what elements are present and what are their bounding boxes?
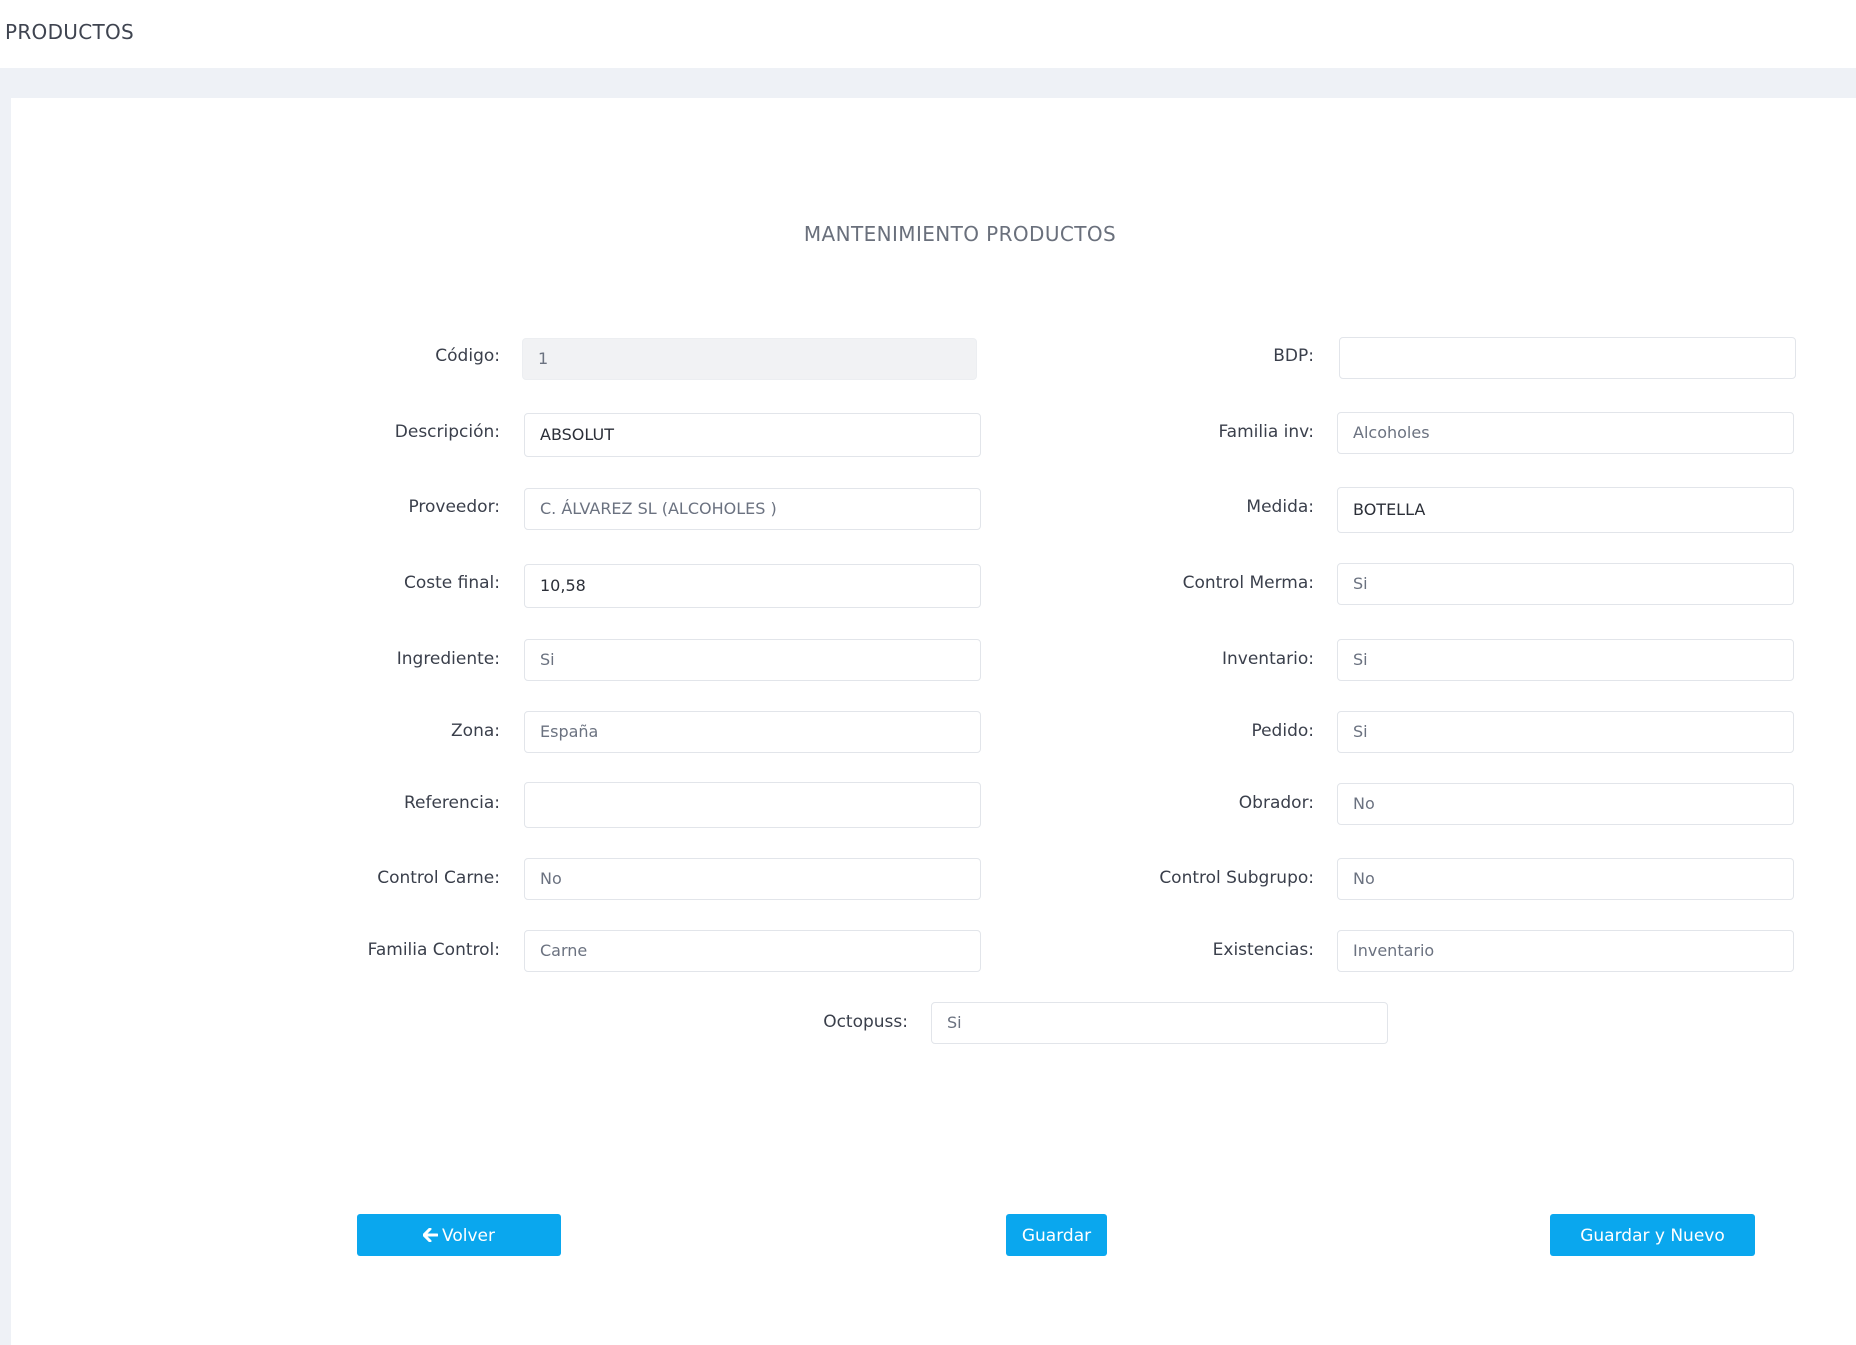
pedido-label: Pedido:: [1251, 721, 1314, 741]
back-button[interactable]: Volver: [357, 1214, 561, 1256]
coste-final-label: Coste final:: [403, 573, 500, 593]
control-subgrupo-select[interactable]: No: [1337, 858, 1794, 900]
control-subgrupo-label: Control Subgrupo:: [1159, 868, 1314, 888]
descripcion-label: Descripción:: [394, 422, 500, 442]
save-and-new-button-label: Guardar y Nuevo: [1580, 1226, 1725, 1246]
page-title: PRODUCTOS: [5, 20, 135, 44]
medida-label: Medida:: [1246, 497, 1314, 517]
medida-field[interactable]: BOTELLA: [1337, 487, 1794, 533]
proveedor-select[interactable]: C. ÁLVAREZ SL (ALCOHOLES ): [524, 488, 981, 530]
back-button-label: Volver: [442, 1226, 495, 1246]
bdp-field[interactable]: [1339, 337, 1796, 379]
save-button-label: Guardar: [1021, 1226, 1092, 1246]
save-button[interactable]: Guardar: [1006, 1214, 1107, 1256]
familia-control-select[interactable]: Carne: [524, 930, 981, 972]
inventario-select[interactable]: Si: [1337, 639, 1794, 681]
familia-control-label: Familia Control:: [367, 940, 500, 960]
obrador-select[interactable]: No: [1337, 783, 1794, 825]
existencias-select[interactable]: Inventario: [1337, 930, 1794, 972]
pedido-select[interactable]: Si: [1337, 711, 1794, 753]
form-title: MANTENIMIENTO PRODUCTOS: [803, 222, 1117, 246]
control-merma-label: Control Merma:: [1182, 573, 1314, 593]
arrow-left-icon: [422, 1215, 439, 1257]
ingrediente-label: Ingrediente:: [396, 649, 500, 669]
ingrediente-select[interactable]: Si: [524, 639, 981, 681]
bdp-label: BDP:: [1273, 346, 1314, 366]
zona-label: Zona:: [451, 721, 500, 741]
codigo-field: 1: [522, 338, 977, 380]
descripcion-field[interactable]: ABSOLUT: [524, 413, 981, 457]
referencia-field[interactable]: [524, 782, 981, 828]
control-carne-select[interactable]: No: [524, 858, 981, 900]
proveedor-label: Proveedor:: [408, 497, 500, 517]
familia-inv-label: Familia inv:: [1218, 422, 1314, 442]
codigo-label: Código:: [435, 346, 500, 366]
referencia-label: Referencia:: [403, 793, 500, 813]
top-bar: PRODUCTOS: [0, 0, 1856, 68]
zona-select[interactable]: España: [524, 711, 981, 753]
inventario-label: Inventario:: [1221, 649, 1314, 669]
control-merma-select[interactable]: Si: [1337, 563, 1794, 605]
control-carne-label: Control Carne:: [377, 868, 500, 888]
octopuss-label: Octopuss:: [823, 1012, 908, 1032]
obrador-label: Obrador:: [1238, 793, 1314, 813]
save-and-new-button[interactable]: Guardar y Nuevo: [1550, 1214, 1755, 1256]
octopuss-select[interactable]: Si: [931, 1002, 1388, 1044]
existencias-label: Existencias:: [1212, 940, 1314, 960]
familia-inv-select[interactable]: Alcoholes: [1337, 412, 1794, 454]
coste-final-field[interactable]: 10,58: [524, 564, 981, 608]
